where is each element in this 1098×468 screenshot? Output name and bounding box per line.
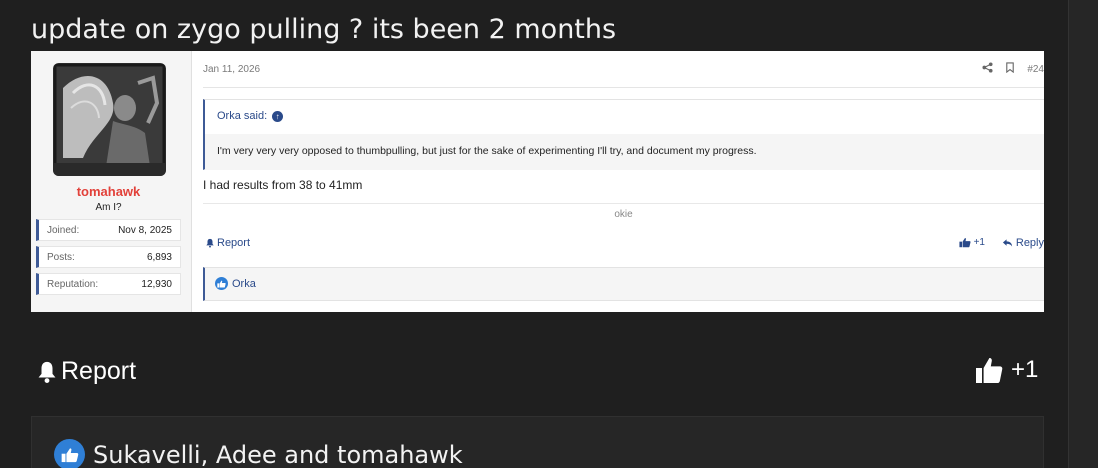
like-label: +1 bbox=[1011, 356, 1039, 383]
quote-block: Orka said: ↑ I'm very very very opposed … bbox=[203, 99, 1044, 170]
thumbs-up-icon bbox=[959, 238, 971, 248]
avatar[interactable] bbox=[53, 63, 166, 176]
arrow-up-circle-icon[interactable]: ↑ bbox=[272, 110, 284, 122]
quote-author-link[interactable]: Orka said: ↑ bbox=[217, 110, 284, 122]
post-message: I had results from 38 to 41mm bbox=[203, 178, 363, 192]
quote-body: I'm very very very opposed to thumbpulli… bbox=[205, 134, 1044, 170]
user-title: Am I? bbox=[95, 202, 122, 213]
stat-value: 12,930 bbox=[141, 279, 172, 290]
stat-label: Joined: bbox=[47, 225, 80, 236]
user-info-panel: tomahawk Am I? Joined: Nov 8, 2025 Posts… bbox=[31, 51, 192, 312]
quote-author-label: Orka said: bbox=[217, 110, 268, 122]
username[interactable]: tomahawk bbox=[31, 184, 186, 199]
report-button[interactable]: Report bbox=[205, 237, 250, 249]
reactions-summary[interactable]: Sukavelli, Adee and tomahawk bbox=[31, 416, 1044, 468]
stat-value: Nov 8, 2025 bbox=[118, 225, 172, 236]
quote-text: I'm very very very opposed to thumbpulli… bbox=[217, 145, 757, 157]
like-reaction-icon bbox=[215, 277, 228, 290]
stat-reputation: Reputation: 12,930 bbox=[36, 273, 181, 295]
bookmark-icon[interactable] bbox=[1005, 62, 1015, 76]
post-header-actions: #24 bbox=[982, 62, 1044, 76]
report-button[interactable]: Report bbox=[36, 357, 136, 386]
like-reaction-icon bbox=[54, 439, 85, 468]
report-label: Report bbox=[217, 237, 251, 249]
like-button[interactable]: +1 bbox=[959, 237, 985, 248]
stat-value: 6,893 bbox=[146, 252, 172, 263]
reaction-names[interactable]: Sukavelli, Adee and tomahawk bbox=[93, 441, 463, 468]
signature: okie bbox=[614, 209, 633, 220]
reply-label: Reply bbox=[1015, 237, 1044, 249]
like-label: +1 bbox=[973, 237, 985, 248]
stat-label: Reputation: bbox=[47, 279, 99, 290]
post-main: Jan 11, 2026 #24 Orka said: ↑ I'm very v… bbox=[193, 51, 1044, 312]
bell-icon bbox=[38, 361, 56, 383]
reply-button[interactable]: Reply bbox=[1002, 237, 1044, 249]
stat-joined: Joined: Nov 8, 2025 bbox=[36, 219, 181, 241]
reply-icon bbox=[1002, 239, 1012, 247]
quote-header: Orka said: ↑ bbox=[205, 100, 1044, 134]
reaction-names[interactable]: Orka bbox=[232, 278, 256, 290]
page-title: update on zygo pulling ? its been 2 mont… bbox=[31, 14, 617, 45]
post-number[interactable]: #24 bbox=[1027, 64, 1044, 75]
stat-label: Posts: bbox=[47, 252, 75, 263]
embedded-post-screenshot: tomahawk Am I? Joined: Nov 8, 2025 Posts… bbox=[31, 51, 1044, 312]
share-icon[interactable] bbox=[982, 62, 993, 76]
thumbs-up-icon bbox=[976, 358, 1003, 383]
like-button[interactable]: +1 bbox=[975, 356, 1038, 384]
scrollbar-track[interactable] bbox=[1068, 0, 1098, 468]
bell-icon bbox=[206, 238, 214, 248]
signature-divider bbox=[203, 203, 1044, 204]
divider bbox=[203, 87, 1044, 88]
reactions-bar[interactable]: Orka bbox=[203, 267, 1044, 301]
post-date[interactable]: Jan 11, 2026 bbox=[203, 64, 260, 75]
report-label: Report bbox=[61, 357, 137, 385]
stat-posts: Posts: 6,893 bbox=[36, 246, 181, 268]
